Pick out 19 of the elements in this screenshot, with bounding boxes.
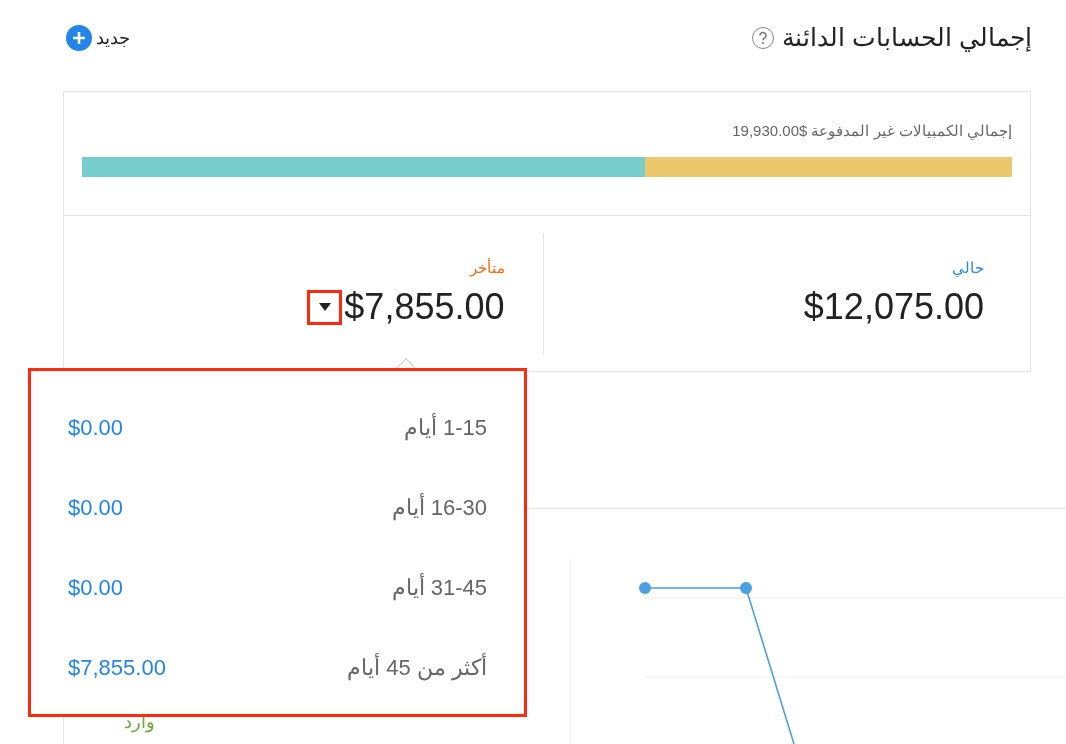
incoming-label: وارد	[124, 710, 155, 735]
caret-icon	[317, 302, 332, 312]
new-button[interactable]: جديد	[66, 24, 130, 52]
page-title: إجمالي الحسابات الدائنة	[782, 22, 1032, 54]
unpaid-total-label: إجمالي الكمبيالات غير المدفوعة $19,930.00	[731, 121, 1012, 142]
age-range-label: 31-45 أيام	[391, 572, 487, 603]
age-range-amount: $0.00	[68, 573, 124, 602]
age-range-label: أكثر من 45 أيام	[347, 652, 487, 683]
age-range-amount: $0.00	[68, 413, 124, 442]
age-range-label: 1-15 أيام	[403, 412, 487, 443]
dropdown-toggle[interactable]	[307, 289, 343, 325]
age-range-amount: $0.00	[68, 493, 124, 522]
age-range-label: 16-30 أيام	[391, 492, 487, 523]
column-label: حالي	[951, 257, 984, 279]
column-label: متأخر	[468, 257, 505, 279]
age-range-amount: $7,855.00	[68, 653, 166, 682]
amount-value: $7,855.00	[344, 285, 505, 329]
amount-value: $12,075.00	[803, 285, 984, 329]
plus-icon	[66, 25, 92, 51]
